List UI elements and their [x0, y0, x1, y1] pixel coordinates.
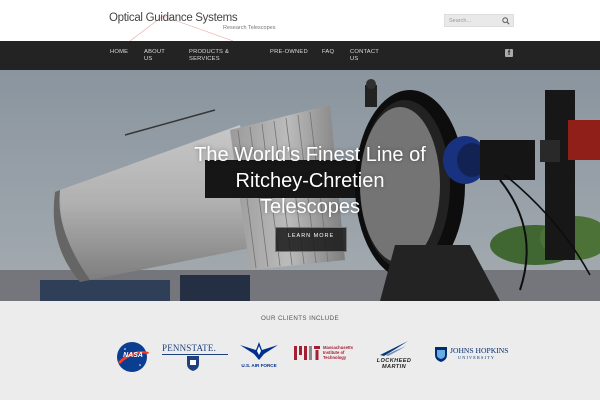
main-nav: HOME ABOUT US PRODUCTS & SERVICES PRE-OW… [0, 41, 600, 70]
logo-title: Optical Guidance Systems [109, 12, 238, 24]
johns-hopkins-wordmark-line-1: JOHNS HOPKINS [450, 346, 509, 355]
johns-hopkins-wordmark-line-2: UNIVERSITY [458, 355, 496, 360]
hero-title: The World’s Finest Line of Ritchey-Chret… [150, 142, 470, 220]
nav-item-products-services[interactable]: PRODUCTS & SERVICES [189, 49, 241, 62]
johns-hopkins-logo[interactable]: JOHNS HOPKINS UNIVERSITY [434, 346, 514, 366]
hero-banner: The World’s Finest Line of Ritchey-Chret… [0, 70, 600, 301]
nav-item-pre-owned[interactable]: PRE-OWNED [270, 49, 308, 56]
mit-wordmark: Massachusetts Institute of Technology [323, 345, 353, 360]
search-icon[interactable] [502, 17, 510, 25]
hero-title-line-2: Ritchey-Chretien [235, 170, 385, 192]
mit-logo[interactable]: Massachusetts Institute of Technology [294, 345, 356, 367]
lockheed-martin-wordmark: LOCKHEED MARTIN [368, 358, 420, 371]
nav-item-faq[interactable]: FAQ [322, 49, 334, 56]
penn-state-shield-icon [187, 356, 199, 371]
learn-more-button[interactable]: LEARN MORE [275, 227, 347, 252]
site-logo[interactable]: Optical Guidance Systems Research Telesc… [108, 6, 278, 41]
search-box [444, 14, 514, 27]
clients-heading: OUR CLIENTS INCLUDE [260, 315, 340, 322]
nav-item-home[interactable]: HOME [110, 49, 128, 56]
nasa-logo[interactable]: NASA [115, 340, 151, 374]
johns-hopkins-wordmark: JOHNS HOPKINS UNIVERSITY [450, 347, 508, 361]
air-force-wordmark: U.S. AIR FORCE [241, 363, 277, 368]
lockheed-wordmark-line-2: MARTIN [381, 364, 407, 371]
nasa-wordmark: NASA [123, 352, 143, 359]
air-force-logo[interactable]: U.S. AIR FORCE [238, 340, 280, 372]
facebook-icon[interactable]: f [505, 49, 513, 57]
lockheed-star-icon [380, 341, 408, 356]
air-force-wings-icon [240, 342, 278, 360]
penn-state-logo[interactable]: PENNSTATE. [162, 341, 228, 371]
lockheed-martin-logo[interactable]: LOCKHEED MARTIN [368, 339, 420, 373]
hero-title-line-3: Telescopes [259, 196, 361, 218]
nav-item-about-us[interactable]: ABOUT US [144, 49, 170, 62]
penn-state-wordmark: PENNSTATE. [162, 343, 217, 353]
mit-wordmark-line-3: Technology [323, 354, 347, 360]
search-input[interactable] [449, 16, 499, 26]
mit-mark-icon [294, 346, 320, 360]
nav-item-contact-us[interactable]: CONTACT US [350, 49, 380, 62]
johns-hopkins-shield-icon [435, 347, 447, 362]
clients-section: OUR CLIENTS INCLUDE NASA PENNSTATE. U.S.… [0, 301, 600, 400]
logo-subtitle: Research Telescopes [223, 25, 276, 31]
site-header: Optical Guidance Systems Research Telesc… [0, 0, 600, 41]
hero-title-line-1: The World’s Finest Line of [194, 144, 426, 166]
